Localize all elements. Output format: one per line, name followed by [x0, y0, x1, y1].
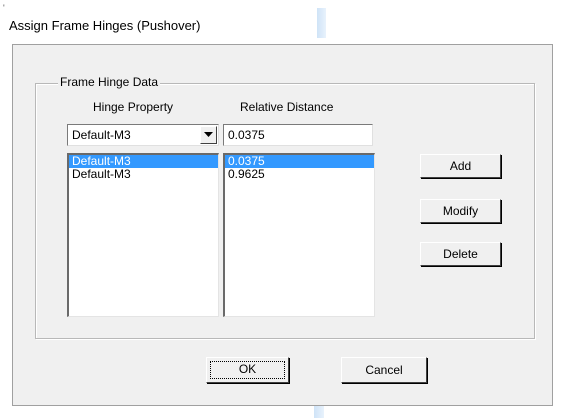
delete-button[interactable]: Delete: [420, 242, 501, 266]
group-legend: Frame Hinge Data: [58, 75, 161, 89]
window-title: Assign Frame Hinges (Pushover): [9, 18, 201, 33]
ok-button[interactable]: OK: [206, 357, 289, 383]
hinge-property-list[interactable]: Default-M3 Default-M3: [67, 153, 219, 317]
relative-distance-list[interactable]: 0.0375 0.9625: [223, 153, 375, 317]
chevron-down-icon: [204, 132, 213, 137]
corner-mark: ': [3, 3, 5, 13]
list-item[interactable]: Default-M3: [69, 168, 218, 181]
hinge-property-header: Hinge Property: [93, 100, 174, 114]
cancel-button[interactable]: Cancel: [341, 357, 427, 383]
dropdown-button[interactable]: [200, 126, 217, 144]
modify-button-label: Modify: [442, 204, 479, 218]
hinge-property-selected-value: Default-M3: [72, 128, 131, 142]
list-item[interactable]: 0.9625: [225, 168, 374, 181]
relative-distance-header: Relative Distance: [240, 100, 334, 114]
modify-button[interactable]: Modify: [420, 199, 501, 223]
delete-button-label: Delete: [443, 247, 478, 261]
title-bar: ' Assign Frame Hinges (Pushover): [0, 0, 563, 38]
hinge-property-dropdown[interactable]: Default-M3: [67, 124, 219, 146]
background-accent-strip-bottom: [314, 406, 324, 418]
cancel-button-label: Cancel: [365, 363, 403, 377]
background-accent-strip: [317, 8, 326, 38]
ok-button-label: OK: [238, 362, 257, 376]
relative-distance-input[interactable]: [223, 124, 373, 146]
add-button-label: Add: [449, 159, 472, 173]
add-button[interactable]: Add: [420, 154, 501, 178]
